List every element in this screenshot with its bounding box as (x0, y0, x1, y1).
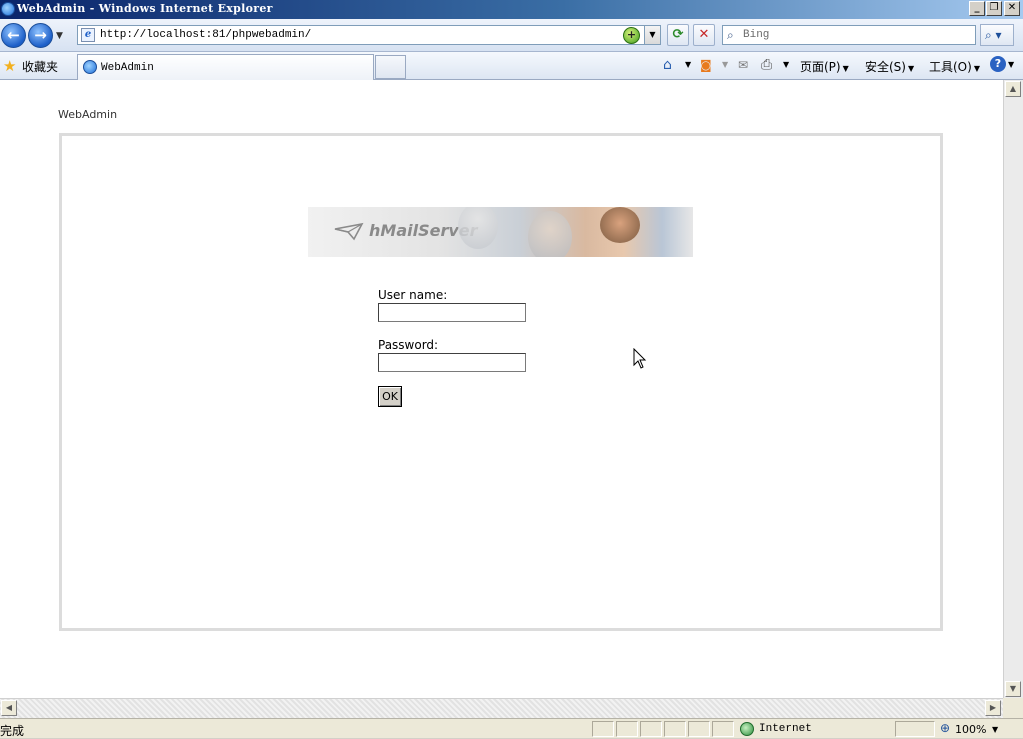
horizontal-scrollbar[interactable]: ◀ ▶ (0, 698, 1003, 718)
status-pane (640, 721, 662, 737)
status-bar: 完成 Internet ⊕ 100% ▼ (0, 718, 1023, 738)
scroll-up-button[interactable]: ▲ (1005, 81, 1021, 97)
status-pane (712, 721, 734, 737)
tools-menu[interactable]: 工具(O) ▼ (929, 58, 980, 75)
address-bar[interactable]: e http://localhost:81/phpwebadmin/ + ▼ (77, 25, 661, 45)
home-icon[interactable]: ⌂ (663, 57, 672, 73)
username-label: User name: (378, 288, 448, 302)
feeds-dropdown[interactable]: ▼ (722, 60, 728, 69)
forward-button[interactable]: → (28, 23, 53, 48)
scrollbar-corner (1003, 698, 1023, 718)
favorites-tab-bar: ★ 收藏夹 WebAdmin ⌂ ▼ ◙ ▼ ✉ ⎙ ▼ 页面(P) ▼ 安全(S… (0, 52, 1023, 80)
page-icon: e (81, 28, 95, 42)
print-icon[interactable]: ⎙ (761, 57, 772, 73)
protected-mode-pane[interactable] (895, 721, 935, 737)
banner-photo-person (458, 207, 498, 249)
vertical-scrollbar[interactable]: ▲ ▼ (1003, 80, 1023, 698)
help-menu[interactable]: ? ▼ (990, 56, 1014, 72)
print-dropdown[interactable]: ▼ (783, 60, 789, 69)
ok-button[interactable]: OK (378, 386, 402, 407)
address-toolbar: ← → ▼ e http://localhost:81/phpwebadmin/… (0, 19, 1023, 52)
favorites-button[interactable]: 收藏夹 (22, 58, 58, 75)
password-field[interactable] (378, 353, 526, 372)
page-brand: WebAdmin (58, 108, 118, 121)
back-button[interactable]: ← (1, 23, 26, 48)
page-viewport: WebAdmin hMailServer User name: Password… (0, 80, 1003, 698)
refresh-button[interactable]: ⟳ (667, 24, 689, 46)
status-pane (592, 721, 614, 737)
favorites-star-icon[interactable]: ★ (3, 57, 16, 75)
zoom-icon[interactable]: ⊕ (940, 721, 950, 735)
mouse-cursor-icon (633, 348, 647, 369)
stop-button[interactable]: ✕ (693, 24, 715, 46)
url-text[interactable]: http://localhost:81/phpwebadmin/ (100, 29, 311, 41)
scroll-down-button[interactable]: ▼ (1005, 681, 1021, 697)
help-icon: ? (990, 56, 1006, 72)
scroll-left-button[interactable]: ◀ (1, 700, 17, 716)
window-title: WebAdmin - Windows Internet Explorer (17, 2, 273, 15)
feeds-icon[interactable]: ◙ (700, 58, 712, 72)
new-tab-button[interactable] (375, 55, 406, 79)
browser-window: WebAdmin - Windows Internet Explorer _ ❐… (0, 0, 1023, 738)
status-text: 完成 (0, 724, 25, 738)
login-panel: hMailServer User name: Password: OK (59, 133, 943, 631)
mail-icon[interactable]: ✉ (738, 58, 748, 72)
search-go-button[interactable]: ⌕ ▾ (980, 24, 1014, 46)
home-dropdown[interactable]: ▼ (685, 60, 691, 69)
recent-pages-dropdown[interactable]: ▼ (56, 31, 63, 41)
tab-webadmin[interactable]: WebAdmin (77, 54, 374, 80)
hmailserver-banner: hMailServer (308, 207, 693, 257)
page-menu-label: 页面(P) (800, 60, 841, 74)
status-pane (688, 721, 710, 737)
safety-menu-label: 安全(S) (865, 60, 906, 74)
envelope-logo-icon (334, 222, 364, 241)
page-menu[interactable]: 页面(P) ▼ (800, 58, 849, 75)
close-button[interactable]: ✕ (1004, 1, 1020, 16)
minimize-button[interactable]: _ (969, 1, 985, 16)
search-placeholder: Bing (743, 29, 770, 41)
ie-page-icon (83, 60, 97, 74)
title-bar: WebAdmin - Windows Internet Explorer _ ❐… (0, 0, 1023, 19)
zoom-level[interactable]: 100% (955, 723, 986, 736)
scroll-right-button[interactable]: ▶ (985, 700, 1001, 716)
tab-title: WebAdmin (101, 62, 154, 74)
safety-menu[interactable]: 安全(S) ▼ (865, 58, 914, 75)
username-field[interactable] (378, 303, 526, 322)
tools-menu-label: 工具(O) (929, 60, 972, 74)
banner-photo-person (528, 211, 572, 257)
address-dropdown-button[interactable]: ▼ (644, 26, 660, 44)
status-pane (664, 721, 686, 737)
search-icon: ⌕ (727, 28, 734, 42)
password-label: Password: (378, 338, 439, 352)
security-zone-label[interactable]: Internet (759, 723, 812, 735)
internet-zone-icon (740, 722, 754, 736)
login-form: User name: Password: OK (378, 288, 526, 407)
restore-button[interactable]: ❐ (986, 1, 1002, 16)
banner-photo-person (600, 207, 640, 243)
status-pane (616, 721, 638, 737)
compatibility-icon[interactable]: + (623, 27, 640, 44)
ie-logo-icon (1, 2, 15, 16)
zoom-dropdown[interactable]: ▼ (992, 725, 998, 734)
search-input[interactable]: ⌕ Bing (722, 25, 976, 45)
